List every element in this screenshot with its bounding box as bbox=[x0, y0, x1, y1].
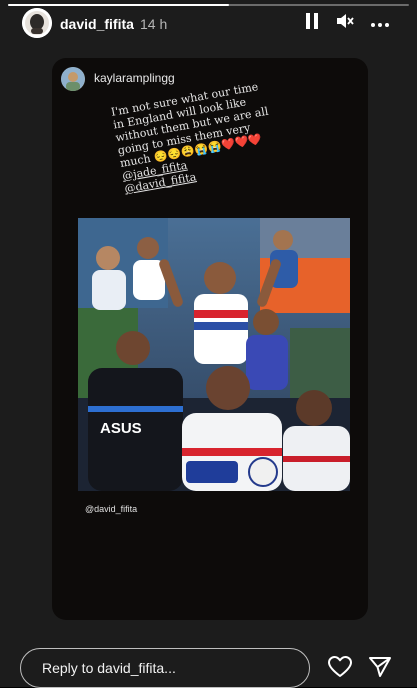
jersey-sponsor-text: ASUS bbox=[100, 420, 142, 437]
send-icon bbox=[368, 656, 392, 683]
mute-button[interactable] bbox=[334, 12, 356, 34]
story-username[interactable]: david_fifita bbox=[60, 16, 134, 32]
story-progress-bar bbox=[8, 4, 409, 6]
reposter-avatar[interactable] bbox=[61, 67, 85, 91]
pause-icon bbox=[305, 12, 319, 34]
story-timestamp: 14 h bbox=[140, 16, 168, 32]
reply-input[interactable]: Reply to david_fifita... bbox=[20, 648, 310, 688]
like-button[interactable] bbox=[326, 655, 354, 683]
reposted-story-card[interactable]: kaylaramplingg I'm not sure what our tim… bbox=[52, 58, 368, 620]
caption-mention[interactable]: @david_fifita bbox=[85, 504, 137, 514]
pause-button[interactable] bbox=[301, 12, 323, 34]
heart-icon bbox=[328, 655, 352, 683]
avatar[interactable] bbox=[22, 8, 52, 38]
more-horizontal-icon bbox=[371, 14, 389, 32]
more-options-button[interactable] bbox=[369, 12, 391, 34]
reply-placeholder: Reply to david_fifita... bbox=[42, 660, 176, 676]
story-header: david_fifita 14 h bbox=[0, 8, 417, 42]
speaker-muted-icon bbox=[336, 13, 354, 34]
reposter-username[interactable]: kaylaramplingg bbox=[94, 71, 175, 85]
story-viewer: david_fifita 14 h kaylaramplingg I'm not… bbox=[0, 0, 417, 688]
story-progress-fill bbox=[8, 4, 229, 6]
collage-photo: ASUS bbox=[78, 218, 350, 491]
story-quote-text: I'm not sure what our time in England wi… bbox=[110, 70, 333, 196]
share-button[interactable] bbox=[366, 655, 394, 683]
